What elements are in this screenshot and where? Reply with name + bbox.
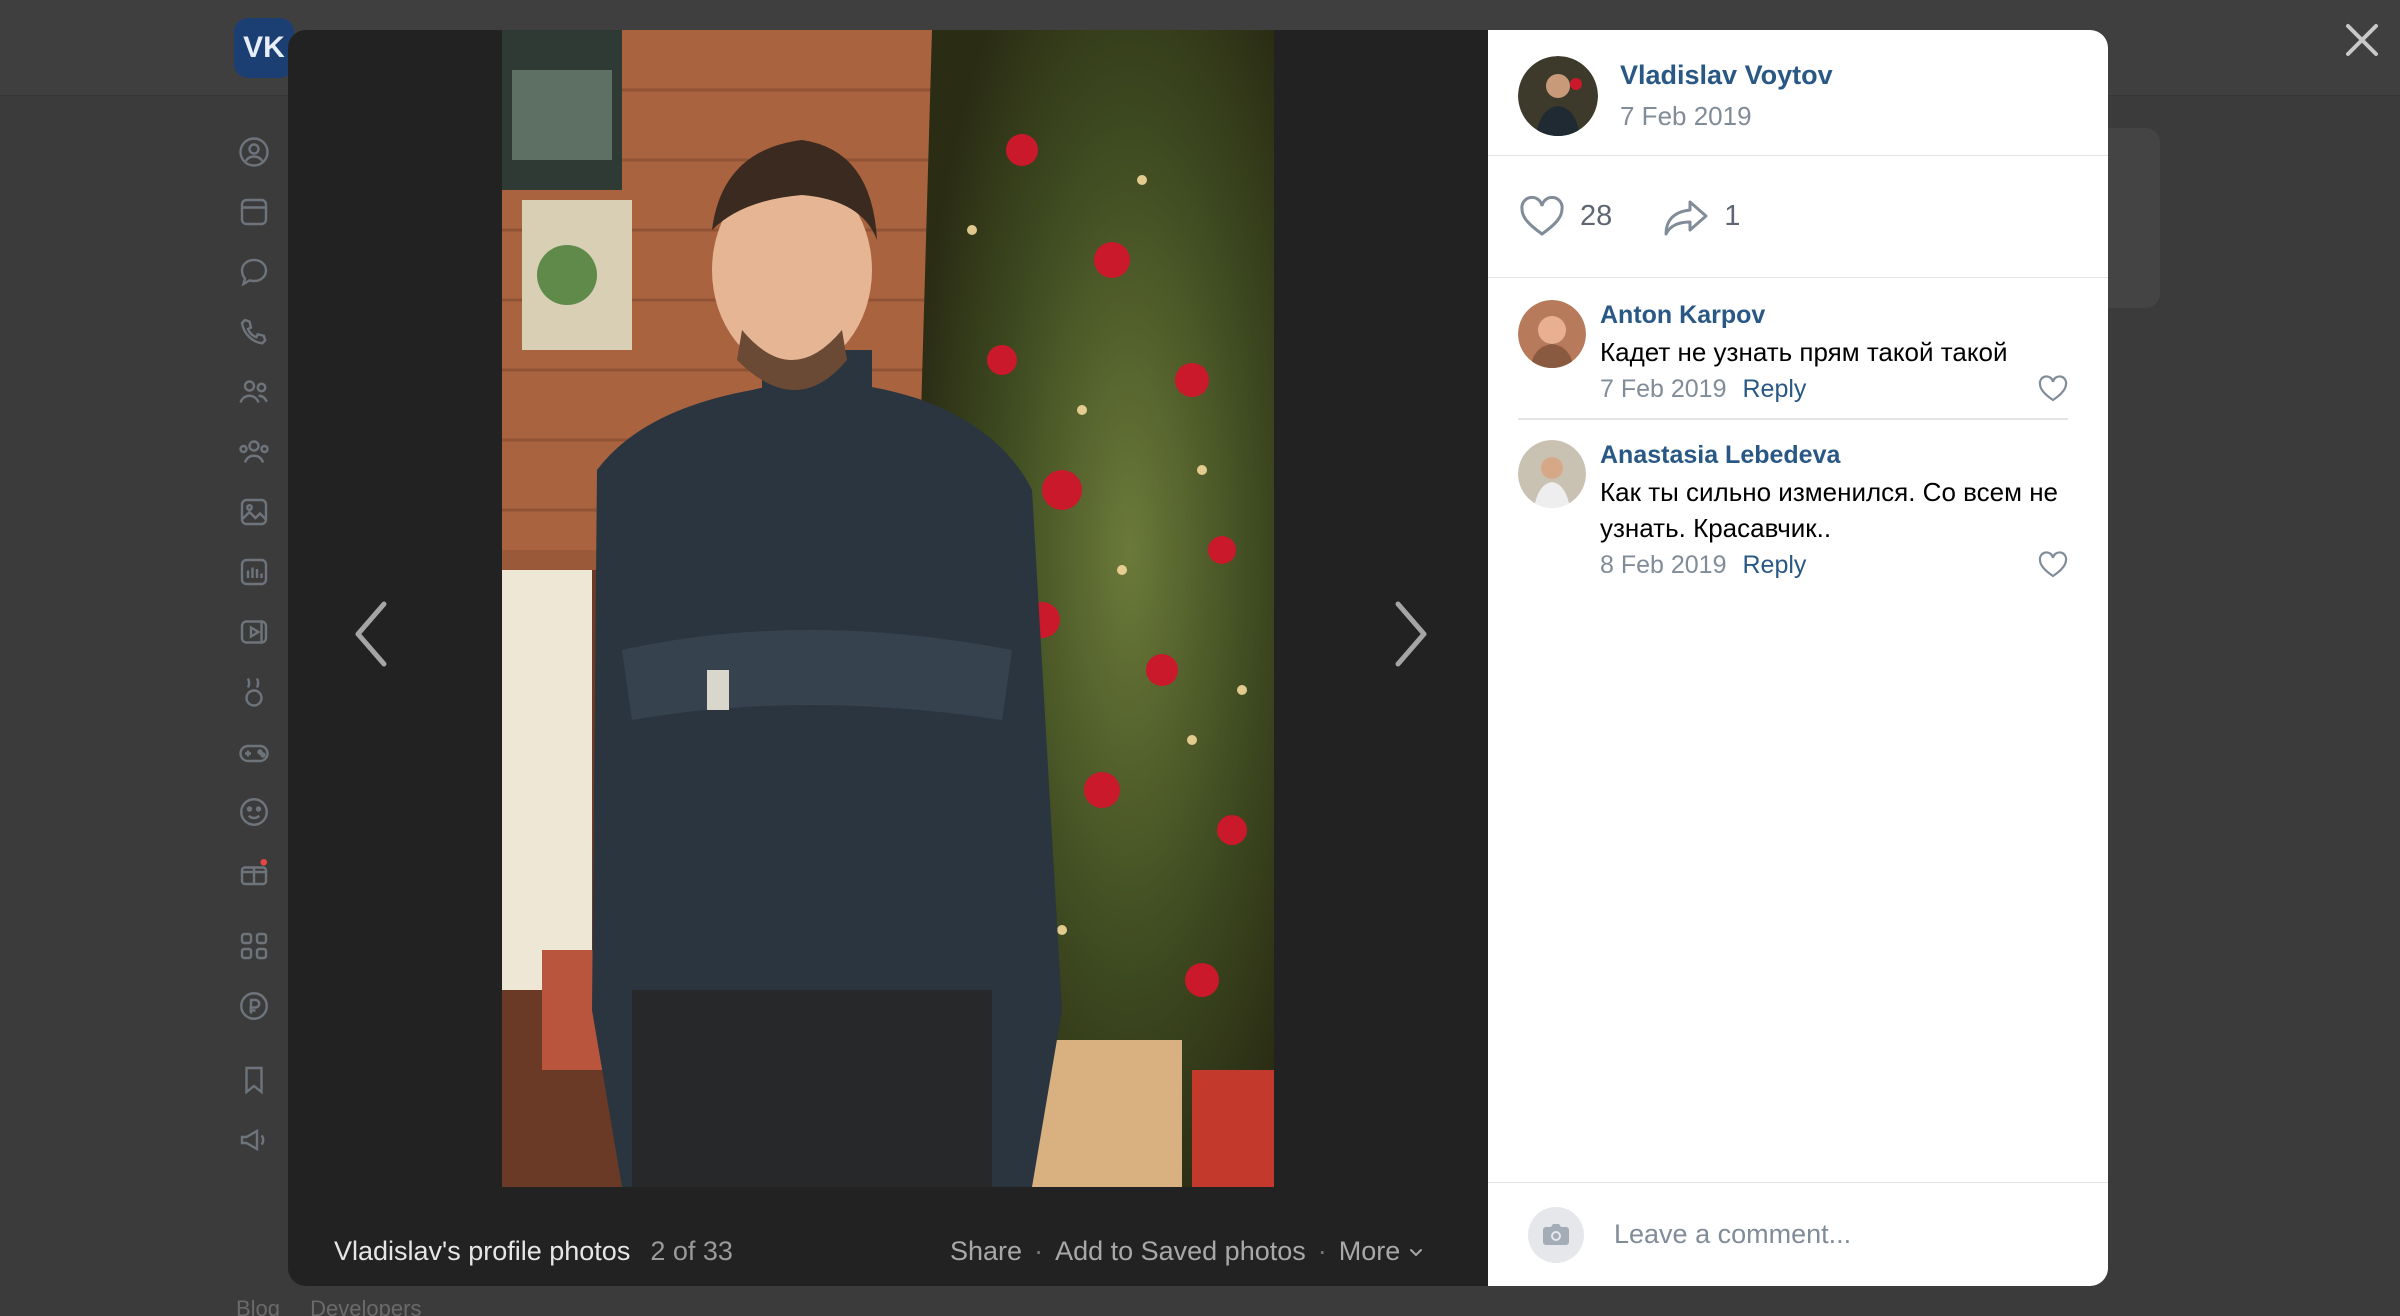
comment-author-link[interactable]: Anton Karpov — [1600, 300, 2068, 330]
share-count-button[interactable]: 1 — [1662, 196, 1740, 238]
background-left-rail — [232, 130, 288, 1178]
commenter-avatar[interactable] — [1518, 440, 1586, 508]
close-viewer-button[interactable] — [2336, 14, 2388, 66]
photo-footer: Vladislav's profile photos 2 of 33 Share… — [288, 1216, 1488, 1286]
background-card — [2106, 128, 2160, 308]
photo-sidebar: Vladislav Voytov 7 Feb 2019 28 1 Anton K… — [1488, 30, 2108, 1286]
commenter-avatar[interactable] — [1518, 300, 1586, 368]
photo-actions: Share · Add to Saved photos · More — [950, 1216, 1424, 1286]
action-separator: · — [1317, 1235, 1327, 1266]
comment-date: 8 Feb 2019 — [1600, 550, 1727, 579]
photo-counter: 2 of 33 — [650, 1235, 733, 1266]
footer-link-developers: Developers — [310, 1296, 422, 1316]
games-icon — [232, 730, 276, 774]
owner-avatar[interactable] — [1518, 56, 1598, 136]
previous-photo-button[interactable] — [348, 596, 396, 672]
calls-icon — [232, 310, 276, 354]
profile-icon — [232, 130, 276, 174]
comment-like-heart-icon[interactable] — [2038, 551, 2068, 579]
share-count: 1 — [1724, 200, 1741, 232]
bookmarks-icon — [232, 1058, 276, 1102]
friends-icon — [232, 370, 276, 414]
share-button[interactable]: Share — [950, 1236, 1022, 1267]
next-photo-button[interactable] — [1386, 596, 1434, 672]
chevron-right-icon — [1395, 601, 1427, 667]
photo-image — [502, 30, 1274, 1187]
vk-logo: VK — [234, 18, 294, 78]
videos-icon — [232, 610, 276, 654]
payments-icon — [232, 984, 276, 1028]
ads-icon — [232, 1118, 276, 1162]
comment-divider — [1518, 418, 2068, 420]
chevron-down-icon — [1410, 1249, 1423, 1257]
action-separator: · — [1034, 1235, 1044, 1266]
music-icon — [232, 550, 276, 594]
camera-icon — [1543, 1223, 1569, 1245]
comment-reply-button[interactable]: Reply — [1743, 551, 1807, 580]
album-title-link[interactable]: Vladislav's profile photos — [334, 1236, 630, 1267]
heart-icon — [1520, 195, 1564, 236]
news-icon — [232, 190, 276, 234]
owner-name-link[interactable]: Vladislav Voytov — [1620, 60, 1833, 91]
messenger-icon — [232, 250, 276, 294]
gifts-icon — [232, 850, 276, 894]
photo-date: 7 Feb 2019 — [1620, 101, 1752, 131]
comment-like-heart-icon[interactable] — [2038, 375, 2068, 403]
like-count: 28 — [1580, 200, 1613, 232]
share-arrow-icon — [1664, 200, 1708, 235]
attach-photo-button[interactable] — [1528, 1206, 1584, 1263]
photo-viewer: Vladislav's profile photos 2 of 33 Share… — [288, 30, 2108, 1286]
like-button[interactable]: 28 — [1518, 195, 1613, 238]
comments-list: Anton Karpov Кадет не узнать прям такой … — [1488, 278, 2108, 594]
close-icon — [2346, 24, 2378, 56]
more-label: More — [1338, 1235, 1401, 1266]
comment-date: 7 Feb 2019 — [1600, 374, 1727, 403]
footer-link-blog: Blog — [236, 1296, 281, 1316]
photo-owner: Vladislav Voytov 7 Feb 2019 — [1488, 30, 2108, 156]
comment-text: Кадет не узнать прям такой такой — [1600, 337, 2008, 367]
photo-pane: Vladislav's profile photos 2 of 33 Share… — [288, 30, 1488, 1286]
stickers-icon — [232, 790, 276, 834]
services-icon — [232, 924, 276, 968]
comment-reply-button[interactable]: Reply — [1743, 375, 1807, 404]
more-button[interactable]: More — [1339, 1236, 1425, 1267]
communities-icon — [232, 430, 276, 474]
comment-composer — [1488, 1182, 2108, 1286]
photos-icon — [232, 490, 276, 534]
reactions-bar: 28 1 — [1488, 156, 2108, 278]
chevron-left-icon — [355, 601, 387, 667]
background-footer: Blog Developers — [236, 1296, 445, 1316]
comment-text: Как ты сильно изменился. Со всем не узна… — [1600, 477, 2059, 543]
comment-item: Anastasia Lebedeva Как ты сильно изменил… — [1518, 440, 2068, 594]
comment-input[interactable] — [1614, 1219, 2074, 1250]
clips-icon — [232, 670, 276, 714]
comment-item: Anton Karpov Кадет не узнать прям такой … — [1518, 300, 2068, 418]
add-to-saved-button[interactable]: Add to Saved photos — [1055, 1236, 1306, 1267]
comment-author-link[interactable]: Anastasia Lebedeva — [1600, 440, 2068, 470]
